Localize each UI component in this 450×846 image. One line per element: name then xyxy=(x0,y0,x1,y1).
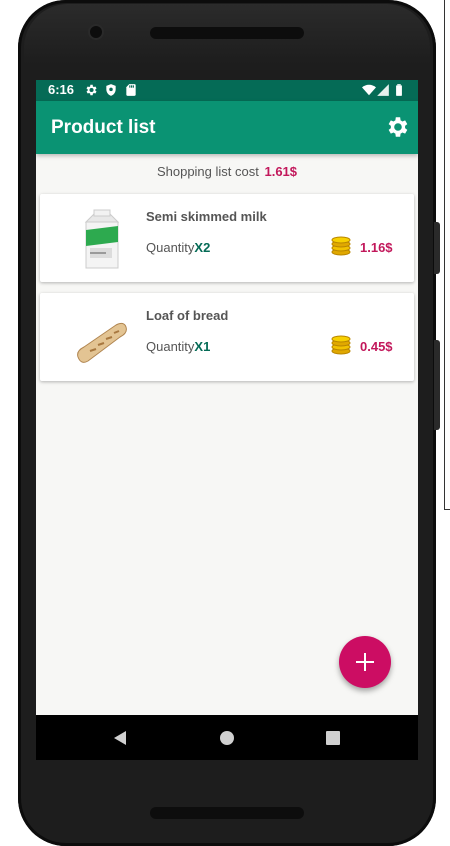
volume-button xyxy=(434,222,440,274)
add-product-button[interactable] xyxy=(339,636,391,688)
page-title: Product list xyxy=(51,117,156,138)
cost-value: 1.61$ xyxy=(264,164,298,179)
quantity-value: X2 xyxy=(194,240,211,255)
bottom-speaker xyxy=(150,807,304,819)
coins-icon xyxy=(331,335,351,355)
settings-icon[interactable] xyxy=(384,114,410,140)
product-quantity: QuantityX2 xyxy=(146,240,210,255)
milk-carton-icon xyxy=(84,209,120,269)
status-bar: 6:16 xyxy=(36,80,418,101)
product-card[interactable]: Semi skimmed milk QuantityX2 1.16$ xyxy=(40,194,414,282)
quantity-value: X1 xyxy=(194,339,211,354)
front-camera xyxy=(90,26,102,38)
quantity-label: Quantity xyxy=(146,339,195,354)
wifi-icon xyxy=(362,84,376,96)
recents-icon[interactable] xyxy=(323,728,343,748)
earpiece-speaker xyxy=(150,27,304,39)
cost-label: Shopping list cost xyxy=(156,164,259,179)
plus-icon xyxy=(356,653,374,671)
power-button xyxy=(434,340,440,430)
product-quantity: QuantityX1 xyxy=(146,339,210,354)
background-divider xyxy=(444,0,445,510)
home-icon[interactable] xyxy=(217,728,237,748)
product-name: Semi skimmed milk xyxy=(146,209,267,224)
signal-icon xyxy=(377,84,389,96)
product-price: 0.45$ xyxy=(360,339,393,354)
coins-icon xyxy=(331,236,351,256)
battery-icon xyxy=(396,84,402,96)
app-bar: Product list xyxy=(36,101,418,154)
shopping-list-cost: Shopping list cost 1.61$ xyxy=(36,164,418,179)
product-price: 1.16$ xyxy=(360,240,393,255)
navigation-bar xyxy=(36,715,418,760)
gear-icon xyxy=(86,84,97,96)
background-divider xyxy=(444,509,450,510)
sd-card-icon xyxy=(126,84,136,96)
status-time: 6:16 xyxy=(48,82,75,97)
shield-icon xyxy=(106,84,116,96)
product-card[interactable]: Loaf of bread QuantityX1 0.45$ xyxy=(40,293,414,381)
quantity-label: Quantity xyxy=(146,240,195,255)
back-icon[interactable] xyxy=(110,728,130,748)
bread-icon xyxy=(77,322,127,363)
screen: 6:16 Product list Shopping list cost 1.6… xyxy=(36,80,418,760)
product-name: Loaf of bread xyxy=(146,308,229,323)
